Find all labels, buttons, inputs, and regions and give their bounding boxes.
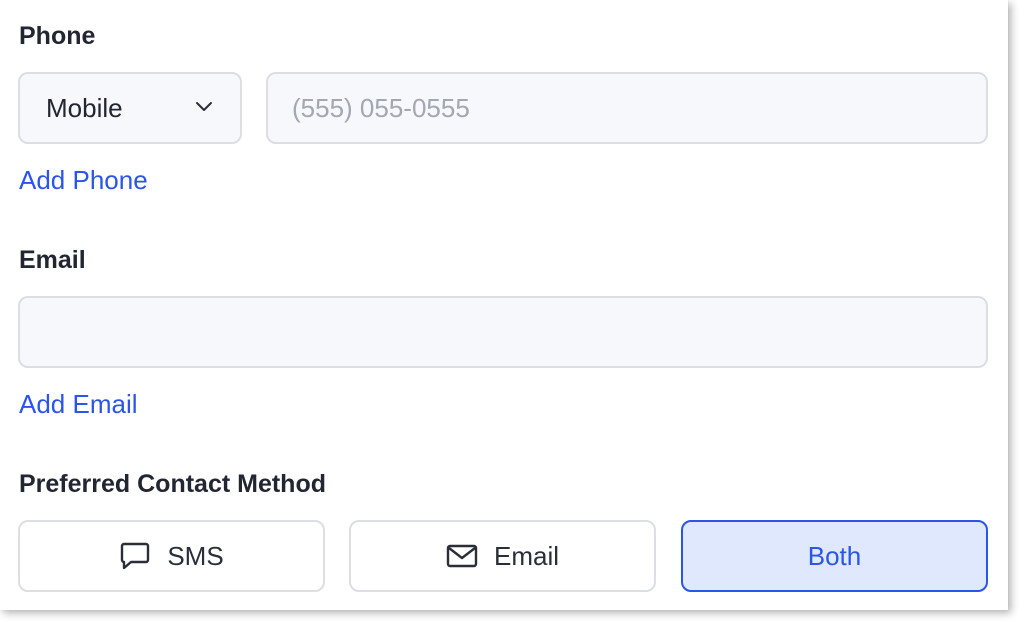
add-phone-link[interactable]: Add Phone [19, 165, 148, 195]
phone-type-select[interactable]: Mobile [18, 72, 242, 144]
contact-option-both-label: Both [807, 540, 862, 571]
contact-option-sms-label: SMS [167, 540, 224, 571]
chevron-down-icon [196, 102, 212, 111]
contact-option-both[interactable]: Both [681, 520, 988, 592]
add-email-link[interactable]: Add Email [19, 389, 138, 419]
contact-form-card: Phone Mobile Add Phone Email Add Email P… [0, 0, 1008, 610]
contact-method-label: Preferred Contact Method [19, 470, 326, 498]
chat-bubble-icon [121, 542, 150, 570]
contact-option-sms[interactable]: SMS [18, 520, 325, 592]
phone-label: Phone [19, 22, 96, 50]
phone-type-value: Mobile [46, 92, 123, 123]
email-label: Email [19, 246, 86, 274]
email-field[interactable] [18, 296, 988, 368]
contact-option-email[interactable]: Email [349, 520, 656, 592]
email-input[interactable] [20, 298, 986, 366]
envelope-icon [446, 544, 478, 568]
phone-number-input[interactable] [268, 74, 986, 142]
contact-option-email-label: Email [493, 540, 559, 571]
phone-number-field[interactable] [266, 72, 988, 144]
